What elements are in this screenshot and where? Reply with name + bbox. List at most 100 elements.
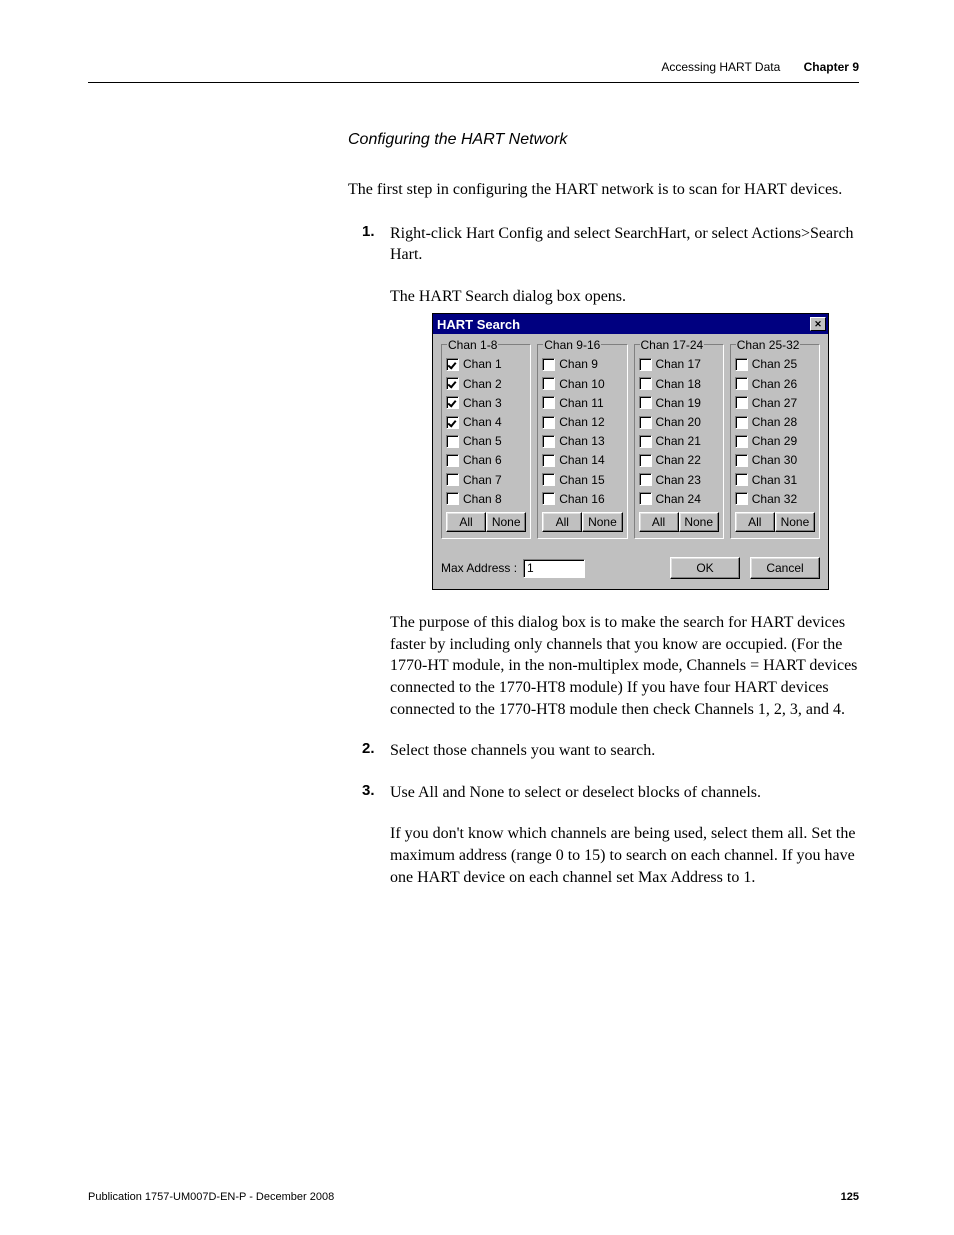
- all-button[interactable]: All: [542, 512, 582, 532]
- checkbox[interactable]: [542, 358, 555, 371]
- channel-row[interactable]: Chan 30: [735, 452, 815, 468]
- channel-group: Chan 17-24Chan 17Chan 18Chan 19Chan 20Ch…: [634, 344, 724, 539]
- checkbox[interactable]: [639, 492, 652, 505]
- close-button[interactable]: ✕: [810, 317, 826, 331]
- channel-row[interactable]: Chan 32: [735, 491, 815, 507]
- checkbox[interactable]: [446, 377, 459, 390]
- checkbox[interactable]: [639, 473, 652, 486]
- checkbox[interactable]: [735, 454, 748, 467]
- channel-label: Chan 10: [559, 376, 604, 392]
- channel-row[interactable]: Chan 12: [542, 414, 622, 430]
- channel-row[interactable]: Chan 24: [639, 491, 719, 507]
- channel-row[interactable]: Chan 22: [639, 452, 719, 468]
- channel-row[interactable]: Chan 20: [639, 414, 719, 430]
- checkbox[interactable]: [542, 396, 555, 409]
- channel-row[interactable]: Chan 29: [735, 433, 815, 449]
- step-text: Select those channels you want to search…: [390, 742, 655, 759]
- channel-row[interactable]: Chan 23: [639, 472, 719, 488]
- all-button[interactable]: All: [735, 512, 775, 532]
- channel-row[interactable]: Chan 25: [735, 356, 815, 372]
- channel-row[interactable]: Chan 18: [639, 376, 719, 392]
- breadcrumb: Accessing HART Data: [661, 60, 780, 74]
- channel-row[interactable]: Chan 26: [735, 376, 815, 392]
- channel-row[interactable]: Chan 31: [735, 472, 815, 488]
- none-button[interactable]: None: [486, 512, 526, 532]
- max-address-input[interactable]: 1: [523, 559, 585, 578]
- checkbox[interactable]: [639, 377, 652, 390]
- checkbox[interactable]: [542, 454, 555, 467]
- channel-row[interactable]: Chan 6: [446, 452, 526, 468]
- none-button[interactable]: None: [775, 512, 815, 532]
- checkbox[interactable]: [639, 396, 652, 409]
- channel-label: Chan 24: [656, 491, 701, 507]
- channel-label: Chan 2: [463, 376, 502, 392]
- channel-label: Chan 23: [656, 472, 701, 488]
- checkbox[interactable]: [446, 435, 459, 448]
- channel-row[interactable]: Chan 10: [542, 376, 622, 392]
- chapter-label: Chapter 9: [804, 60, 859, 74]
- channel-row[interactable]: Chan 14: [542, 452, 622, 468]
- channel-row[interactable]: Chan 27: [735, 395, 815, 411]
- channel-row[interactable]: Chan 1: [446, 356, 526, 372]
- checkbox[interactable]: [639, 435, 652, 448]
- checkbox[interactable]: [542, 473, 555, 486]
- channel-groups: Chan 1-8Chan 1Chan 2Chan 3Chan 4Chan 5Ch…: [441, 344, 820, 539]
- checkbox[interactable]: [735, 492, 748, 505]
- checkbox[interactable]: [446, 416, 459, 429]
- checkbox[interactable]: [446, 358, 459, 371]
- channel-label: Chan 22: [656, 452, 701, 468]
- checkbox[interactable]: [735, 435, 748, 448]
- checkbox[interactable]: [735, 377, 748, 390]
- channel-row[interactable]: Chan 28: [735, 414, 815, 430]
- none-button[interactable]: None: [679, 512, 719, 532]
- checkbox[interactable]: [446, 454, 459, 467]
- page-footer: Publication 1757-UM007D-EN-P - December …: [88, 1191, 859, 1203]
- group-button-row: AllNone: [639, 512, 719, 532]
- channel-row[interactable]: Chan 13: [542, 433, 622, 449]
- channel-row[interactable]: Chan 8: [446, 491, 526, 507]
- ok-button[interactable]: OK: [670, 557, 740, 579]
- channel-label: Chan 7: [463, 472, 502, 488]
- checkbox[interactable]: [639, 454, 652, 467]
- all-button[interactable]: All: [639, 512, 679, 532]
- checkbox[interactable]: [542, 416, 555, 429]
- channel-row[interactable]: Chan 9: [542, 356, 622, 372]
- checkbox[interactable]: [446, 492, 459, 505]
- channel-label: Chan 26: [752, 376, 797, 392]
- cancel-button[interactable]: Cancel: [750, 557, 820, 579]
- channel-row[interactable]: Chan 21: [639, 433, 719, 449]
- channel-label: Chan 20: [656, 414, 701, 430]
- channel-row[interactable]: Chan 2: [446, 376, 526, 392]
- checkbox[interactable]: [639, 358, 652, 371]
- channel-row[interactable]: Chan 19: [639, 395, 719, 411]
- channel-row[interactable]: Chan 17: [639, 356, 719, 372]
- channel-label: Chan 1: [463, 356, 502, 372]
- checkbox[interactable]: [446, 473, 459, 486]
- group-button-row: AllNone: [735, 512, 815, 532]
- step-number: 1.: [362, 223, 375, 240]
- step-2: 2. Select those channels you want to sea…: [362, 740, 859, 762]
- channel-row[interactable]: Chan 5: [446, 433, 526, 449]
- checkbox[interactable]: [735, 358, 748, 371]
- channel-row[interactable]: Chan 15: [542, 472, 622, 488]
- checkbox[interactable]: [639, 416, 652, 429]
- channel-row[interactable]: Chan 4: [446, 414, 526, 430]
- none-button[interactable]: None: [582, 512, 622, 532]
- channel-label: Chan 25: [752, 356, 797, 372]
- group-legend: Chan 9-16: [543, 337, 601, 353]
- checkbox[interactable]: [735, 416, 748, 429]
- checkbox[interactable]: [446, 396, 459, 409]
- channel-row[interactable]: Chan 3: [446, 395, 526, 411]
- step-subtext: If you don't know which channels are bei…: [390, 823, 859, 888]
- channel-row[interactable]: Chan 11: [542, 395, 622, 411]
- channel-row[interactable]: Chan 16: [542, 491, 622, 507]
- all-button[interactable]: All: [446, 512, 486, 532]
- step-number: 3.: [362, 782, 375, 799]
- checkbox[interactable]: [542, 377, 555, 390]
- checkbox[interactable]: [542, 492, 555, 505]
- page-number: 125: [841, 1191, 859, 1203]
- checkbox[interactable]: [735, 473, 748, 486]
- checkbox[interactable]: [542, 435, 555, 448]
- checkbox[interactable]: [735, 396, 748, 409]
- channel-row[interactable]: Chan 7: [446, 472, 526, 488]
